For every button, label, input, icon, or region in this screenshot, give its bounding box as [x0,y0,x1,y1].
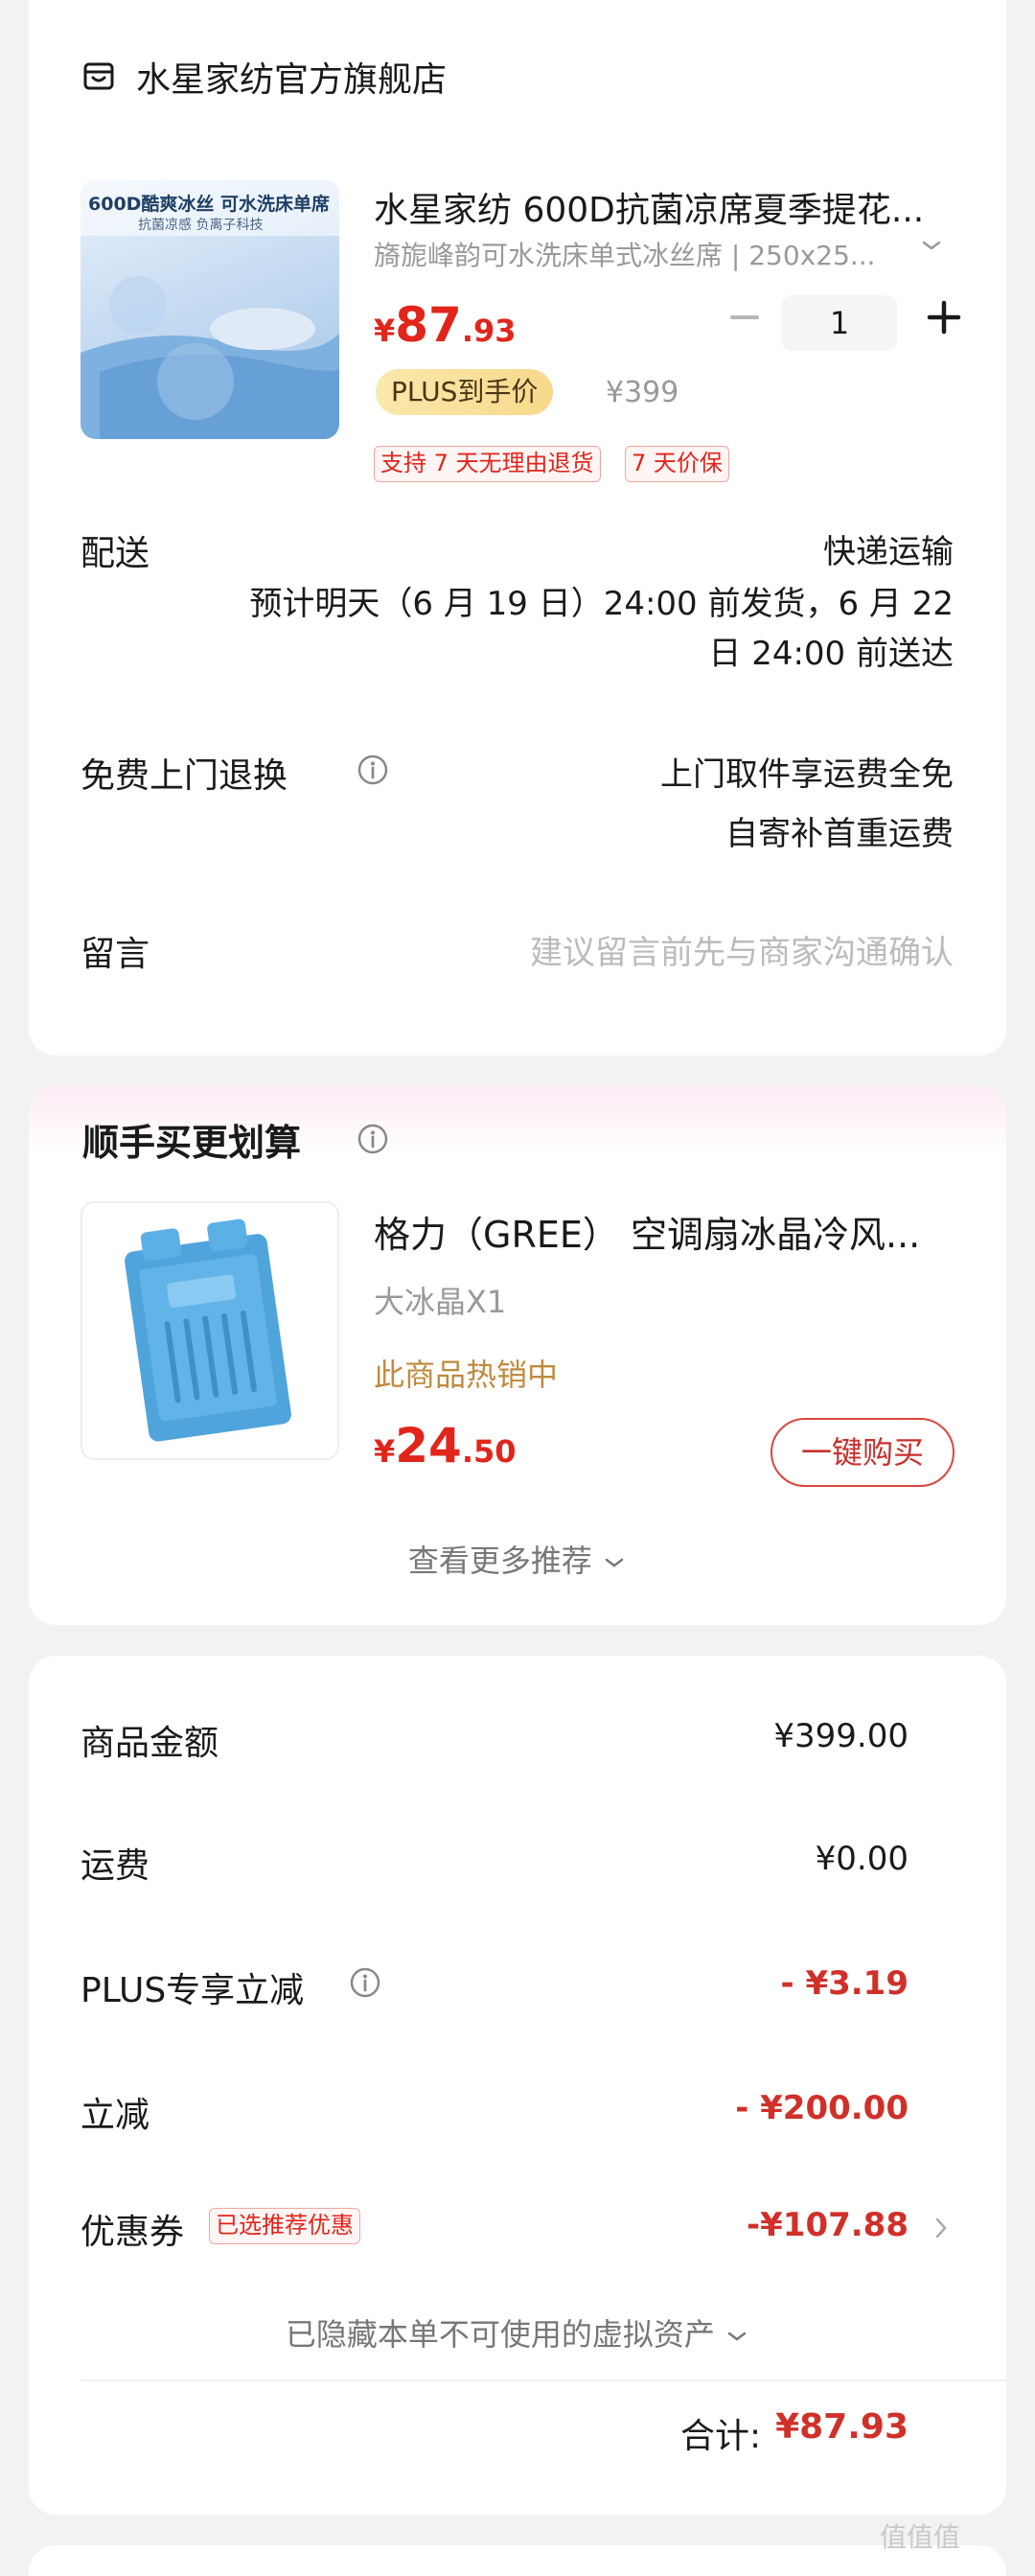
recommend-price-integer: 24 [395,1418,462,1474]
returns-line2: 自寄补首重运费 [725,815,954,853]
total-label: 合计: [680,2417,762,2456]
summary-coupon-label: 优惠券 [80,2213,185,2252]
summary-plus-label: PLUS专享立减 [80,1971,305,2010]
summary-goods-value: ¥399.00 [773,1717,908,1755]
chevron-down-icon[interactable] [918,232,945,259]
recommend-price: ¥24.50 [374,1418,517,1474]
returns-label: 免费上门退换 [80,756,288,796]
tag-price-protect: 7 天价保 [625,446,729,482]
chevron-down-icon [727,2332,747,2341]
recommend-hot-status: 此商品热销中 [374,1357,559,1393]
product-title[interactable]: 水星家纺 600D抗菌凉席夏季提花... [374,182,958,232]
chevron-right-icon[interactable] [930,2214,953,2242]
recommend-card: 顺手买更划算 格力（GREE） 空调扇冰晶冷风... 大冰晶X1 此商品热销中 … [29,1086,1006,1625]
recommend-price-decimal: .50 [461,1433,517,1470]
total-value: ¥87.93 [775,2407,908,2447]
recommend-product-name[interactable]: 格力（GREE） 空调扇冰晶冷风... [374,1205,949,1258]
message-label: 留言 [80,935,150,974]
plus-icon[interactable] [920,293,968,341]
quantity-input[interactable]: 1 [782,295,897,351]
summary-discount-value: - ¥200.00 [735,2089,908,2127]
plus-price-badge: PLUS到手价 [376,369,554,415]
summary-plus-value: - ¥3.19 [780,1964,909,2003]
message-input[interactable]: 建议留言前先与商家沟通确认 [530,926,954,973]
product-image[interactable]: 600D酷爽冰丝 可水洗床单席 抗菌凉感 负离子科技 [80,180,339,439]
recommend-product-sku: 大冰晶X1 [374,1284,507,1320]
minus-icon[interactable] [721,293,769,341]
info-icon[interactable] [356,1123,389,1155]
info-icon[interactable] [356,754,389,786]
price-currency: ¥ [374,313,396,349]
chevron-down-icon [605,1558,624,1567]
price-integer: 87 [395,297,462,353]
product-sku[interactable]: 旖旎峰韵可水洗床单式冰丝席 | 250x25... [374,235,910,273]
more-recommend-label: 查看更多推荐 [407,1543,592,1579]
info-icon[interactable] [349,1966,381,1999]
store-icon [83,62,114,90]
coupon-selected-tag: 已选推荐优惠 [209,2208,360,2244]
bed-sheet-illustration [80,276,339,439]
next-card [29,2545,1006,2576]
more-recommend-link[interactable]: 查看更多推荐 [29,1537,1006,1581]
ice-pack-illustration [125,1218,291,1442]
price-decimal: .93 [461,313,517,349]
summary-shipping-label: 运费 [80,1846,150,1886]
one-click-buy-button[interactable]: 一键购买 [770,1418,954,1487]
product-price: ¥87.93 [374,297,517,353]
delivery-eta-line1: 预计明天（6 月 19 日）24:00 前发货，6 月 22 [249,585,954,623]
delivery-label: 配送 [80,534,150,573]
recommend-product-image[interactable] [80,1201,339,1460]
summary-goods-label: 商品金额 [80,1724,219,1763]
summary-shipping-value: ¥0.00 [815,1840,908,1878]
tag-no-reason-return: 支持 7 天无理由退货 [374,446,601,482]
original-price: ¥399 [606,376,679,409]
recommend-title: 顺手买更划算 [82,1122,302,1164]
store-order-card: 水星家纺官方旗舰店 600D酷爽冰丝 可水洗床单席 抗菌凉感 负离子科技 水星家… [29,0,1006,1056]
product-image-sub: 抗菌凉感 负离子科技 [138,218,264,233]
store-name[interactable]: 水星家纺官方旗舰店 [136,52,447,102]
delivery-method[interactable]: 快递运输 [823,525,954,572]
price-summary-card: 商品金额 ¥399.00 运费 ¥0.00 PLUS专享立减 - ¥3.19 立… [29,1656,1006,2515]
hidden-assets-toggle[interactable]: 已隐藏本单不可使用的虚拟资产 [29,2310,1006,2355]
recommend-price-currency: ¥ [374,1433,396,1470]
hidden-assets-label: 已隐藏本单不可使用的虚拟资产 [285,2316,715,2353]
summary-coupon-value[interactable]: -¥107.88 [747,2206,908,2244]
product-image-banner: 600D酷爽冰丝 可水洗床单席 [88,194,331,215]
watermark-text: 值值值 [880,2521,961,2553]
summary-discount-label: 立减 [80,2096,150,2135]
returns-line1: 上门取件享运费全免 [660,755,954,794]
delivery-eta-line2: 日 24:00 前送达 [708,635,954,673]
summary-divider [80,2379,1006,2381]
